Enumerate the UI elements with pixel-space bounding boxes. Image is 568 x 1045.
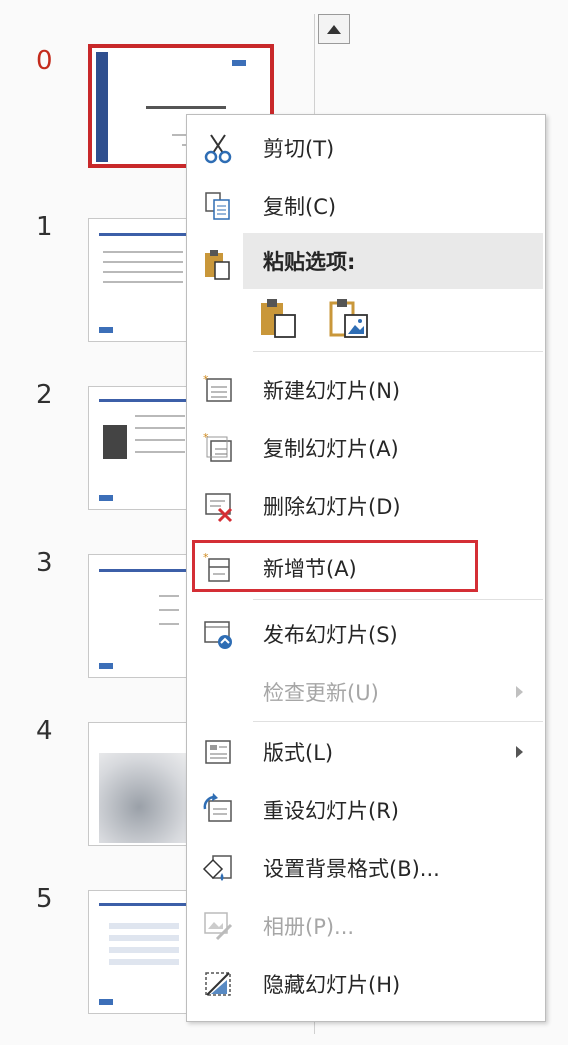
thumb-logo [99,495,113,501]
menu-item-layout[interactable]: 版式(L) [187,723,545,781]
svg-text:*: * [203,431,209,444]
thumb-text [135,415,185,417]
menu-item-label: 发布幻灯片(S) [263,623,398,647]
reset-slide-icon [203,793,232,822]
thumb-text [159,609,179,611]
format-background-icon [202,855,232,881]
thumb-table-row [109,923,179,929]
arrow-up-icon [327,24,341,34]
menu-item-label: 设置背景格式(B)... [263,857,440,881]
menu-item-photo-album: 相册(P)... [187,897,545,955]
thumb-text [103,281,183,283]
paste-options-header: 粘贴选项: [243,233,543,289]
thumb-header-line [99,903,189,906]
slide-number: 2 [36,380,53,410]
scroll-up-button[interactable] [318,14,350,44]
new-slide-icon: * [203,373,232,402]
thumb-text [135,451,185,453]
paste-options-label: 粘贴选项: [263,250,356,274]
menu-item-new-slide[interactable]: * 新建幻灯片(N) [187,361,545,419]
thumb-logo [99,327,113,333]
menu-separator [253,599,543,600]
thumb-logo [99,663,113,669]
submenu-arrow-icon [516,686,523,698]
thumb-table-row [109,959,179,965]
thumb-title [146,106,226,109]
slide-number: 5 [36,884,53,914]
thumb-text [135,427,185,429]
scissors-icon [204,134,232,164]
thumb-text [159,623,179,625]
menu-item-label: 版式(L) [263,741,334,765]
menu-item-delete-slide[interactable]: 删除幻灯片(D) [187,477,545,535]
menu-item-label: 相册(P)... [263,915,355,939]
thumb-header-line [99,399,189,402]
menu-item-label: 剪切(T) [263,137,335,161]
menu-item-label: 复制(C) [263,195,337,219]
menu-item-publish-slides[interactable]: 发布幻灯片(S) [187,605,545,663]
paste-as-picture-icon[interactable] [329,297,371,339]
menu-item-duplicate-slide[interactable]: * 复制幻灯片(A) [187,419,545,477]
slide-number: 0 [36,46,53,76]
thumb-header-line [99,233,189,236]
thumb-text [135,439,185,441]
menu-item-label: 删除幻灯片(D) [263,495,401,519]
menu-item-hide-slide[interactable]: 隐藏幻灯片(H) [187,955,545,1013]
paste-icon [205,250,230,280]
svg-text:*: * [203,373,209,386]
menu-item-format-background[interactable]: 设置背景格式(B)... [187,839,545,897]
thumb-table-row [109,935,179,941]
thumb-photo [103,425,127,459]
slide-number: 4 [36,716,53,746]
layout-icon [205,740,231,764]
menu-item-copy[interactable]: 复制(C) [187,177,545,235]
menu-item-reset-slide[interactable]: 重设幻灯片(R) [187,781,545,839]
thumb-text [103,251,183,253]
thumb-text [103,261,183,263]
thumb-table-row [109,947,179,953]
publish-slides-icon [204,621,232,649]
thumb-header-line [99,569,189,572]
thumb-sidebar [96,52,108,162]
delete-slide-icon [205,493,233,523]
menu-item-label: 重设幻灯片(R) [263,799,399,823]
menu-item-label: 隐藏幻灯片(H) [263,973,401,997]
highlight-box [192,540,478,592]
thumb-image [99,753,199,843]
menu-item-label: 检查更新(U) [263,681,379,705]
menu-separator [253,351,543,352]
menu-item-check-updates: 检查更新(U) [187,663,545,721]
photo-album-icon [204,912,233,941]
thumb-logo [232,60,246,66]
thumb-text [103,271,183,273]
slide-number: 1 [36,212,53,242]
menu-separator [253,721,543,722]
menu-item-label: 新建幻灯片(N) [263,379,401,403]
copy-icon [205,192,230,220]
menu-item-label: 复制幻灯片(A) [263,437,399,461]
duplicate-slide-icon: * [203,431,232,462]
submenu-arrow-icon [516,746,523,758]
thumb-logo [99,999,113,1005]
slide-number: 3 [36,548,53,578]
menu-item-cut[interactable]: 剪切(T) [187,119,545,177]
hide-slide-icon [205,972,231,996]
thumb-text [159,595,179,597]
paste-keep-formatting-icon[interactable] [259,297,299,339]
